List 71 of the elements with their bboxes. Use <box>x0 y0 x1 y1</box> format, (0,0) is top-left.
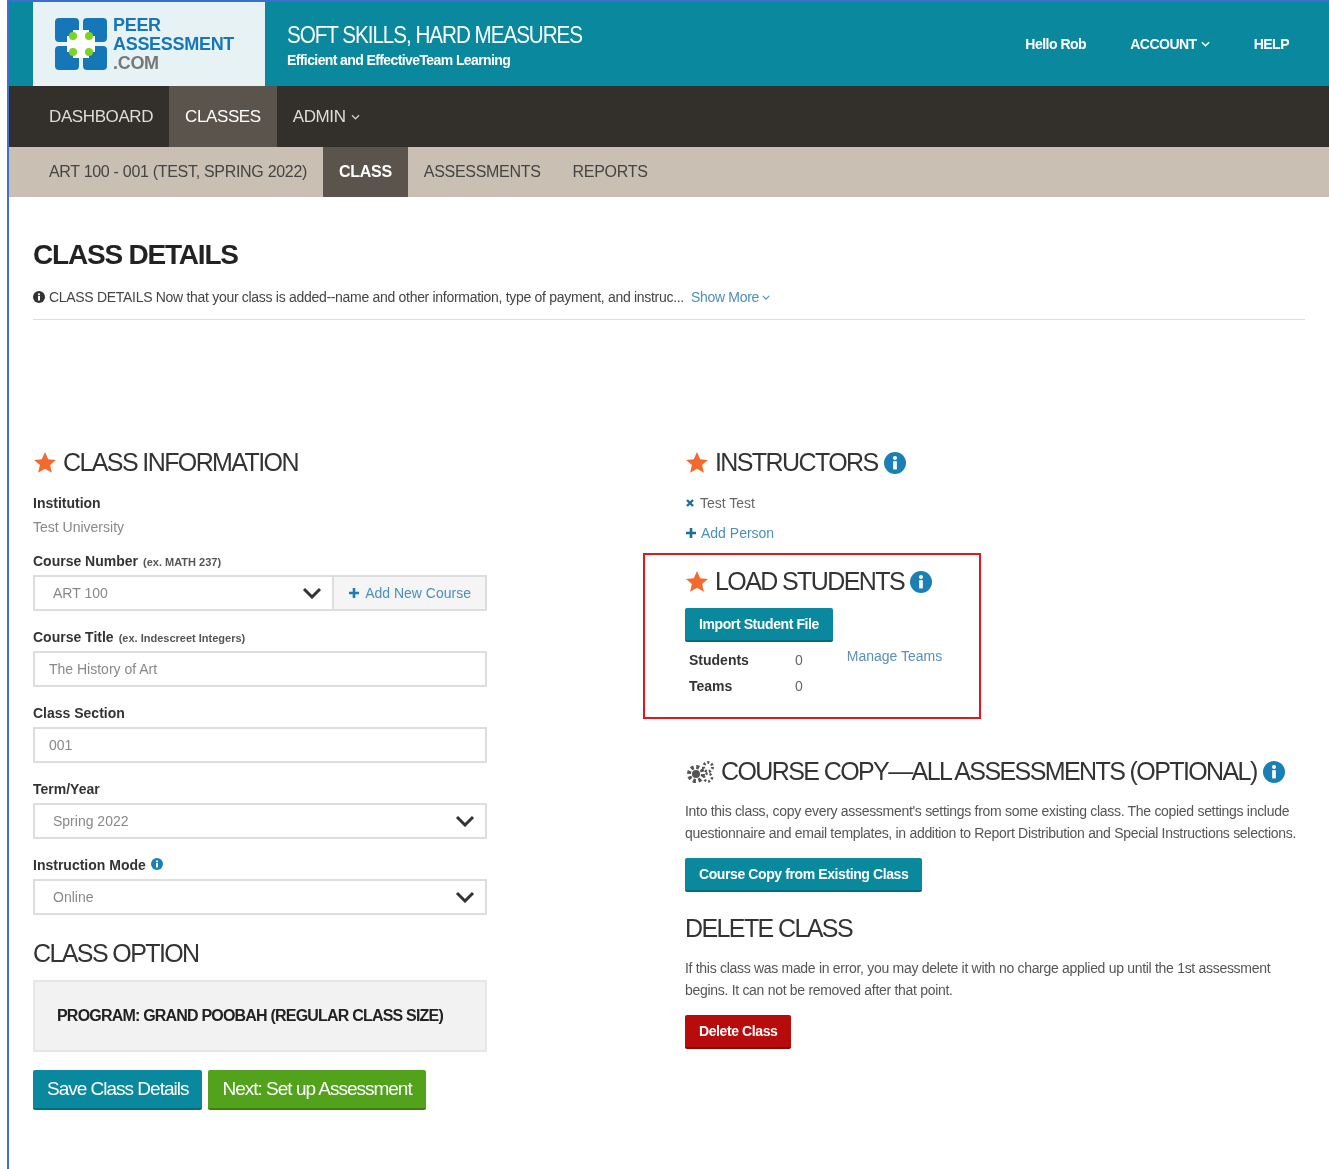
subnav-tab[interactable]: ASSESSMENTS <box>407 147 557 197</box>
chevron-down-icon <box>455 815 475 827</box>
site-subtitle: Efficient and EffectiveTeam Learning <box>287 51 512 68</box>
nav-tab[interactable]: DASHBOARD <box>33 86 170 147</box>
plus-icon <box>685 527 697 539</box>
section-title: INSTRUCTORS <box>715 448 878 477</box>
text-field[interactable]: The History of Art <box>33 651 487 687</box>
stat-label: Students <box>688 652 750 668</box>
section-title: COURSE COPY—ALL ASSESSMENTS (OPTIONAL) <box>721 757 1257 786</box>
delete-class-button[interactable]: Delete Class <box>685 1015 792 1049</box>
add-course-button[interactable]: Add New Course <box>334 575 487 611</box>
description-text: Into this class, copy every assessment's settings from some existing class. The copied settings include questionnaire and email templates, in addition to Report Distribution and Special Instructions selections. <box>685 802 1297 843</box>
logo-icon <box>53 16 109 72</box>
select-field[interactable]: Spring 2022 <box>33 803 487 839</box>
field-hint: (ex. MATH 237) <box>143 556 222 568</box>
field-label: Instruction Mode <box>33 857 146 873</box>
action-button[interactable]: Next: Set up Assessment <box>208 1070 426 1110</box>
field-label: Course Number <box>33 553 139 569</box>
star-icon <box>685 569 709 594</box>
section-title: CLASS INFORMATION <box>63 448 298 477</box>
show-more-link[interactable]: Show More <box>690 289 771 305</box>
action-button[interactable]: Save Class Details <box>33 1070 203 1110</box>
section-title: CLASS OPTION <box>33 939 200 968</box>
nav-tab[interactable]: ADMIN <box>276 86 376 147</box>
logo[interactable]: PEER ASSESSMENT .COM <box>33 2 265 86</box>
section-title: DELETE CLASS <box>685 914 854 943</box>
nav-tab[interactable]: CLASSES <box>169 86 277 147</box>
field-label: Term/Year <box>33 781 100 797</box>
section-title: LOAD STUDENTS <box>715 567 904 596</box>
manage-teams-link[interactable]: Manage Teams <box>846 648 943 704</box>
caret-icon <box>762 294 771 300</box>
star-icon <box>685 450 709 475</box>
text-field[interactable]: 001 <box>33 727 487 763</box>
logo-text: PEER <box>113 15 162 35</box>
header-link[interactable]: Hello Rob <box>1025 36 1087 52</box>
subnav-tab[interactable]: ART 100 - 001 (TEST, SPRING 2022) <box>33 147 324 197</box>
subnav-tab[interactable]: CLASS <box>323 147 408 197</box>
header-link[interactable]: ACCOUNT <box>1130 36 1210 52</box>
stat-value: 0 <box>795 652 803 668</box>
program-text: PROGRAM: GRAND POOBAH (REGULAR CLASS SIZE) <box>57 1007 443 1025</box>
logo-text: ASSESSMENT <box>113 34 235 54</box>
field-label: Course Title <box>33 629 114 645</box>
import-button[interactable]: Import Student File <box>685 608 833 642</box>
stat-value: 0 <box>795 678 803 694</box>
chevron-down-icon <box>455 891 475 903</box>
info-icon <box>883 451 906 474</box>
field-label: Institution <box>33 495 102 511</box>
star-icon <box>33 450 57 475</box>
stat-label: Teams <box>688 678 734 694</box>
plus-icon <box>348 587 361 599</box>
site-title: SOFT SKILLS, HARD MEASURES <box>287 20 583 49</box>
gears-icon <box>685 759 715 784</box>
institution-value: Test University <box>33 519 126 535</box>
info-text: CLASS DETAILS Now that your class is added--name and other information, type of payment, and instruc... <box>49 289 684 305</box>
logo-text: .COM <box>113 53 160 73</box>
field-hint: (ex. Indescreet Integers) <box>118 632 246 644</box>
chevron-down-icon <box>302 587 323 599</box>
info-icon <box>1262 760 1285 783</box>
remove-icon[interactable] <box>685 498 695 508</box>
subnav-tab[interactable]: REPORTS <box>556 147 664 197</box>
info-icon <box>909 570 932 593</box>
description-text: If this class was made in error, you may delete it with no charge applied up until the 1st assessment begins. It can not be removed after that point. <box>685 959 1272 1000</box>
instructor-name: Test Test <box>700 495 755 511</box>
page-title: CLASS DETAILS <box>33 239 239 271</box>
select-field[interactable]: Online <box>33 879 487 915</box>
info-icon <box>33 291 45 303</box>
field-label: Class Section <box>33 705 125 721</box>
header-link[interactable]: HELP <box>1253 36 1289 52</box>
add-person-link[interactable]: Add Person <box>685 525 1305 541</box>
select-field[interactable]: ART 100 <box>33 575 335 611</box>
course-copy-button[interactable]: Course Copy from Existing Class <box>685 858 923 892</box>
